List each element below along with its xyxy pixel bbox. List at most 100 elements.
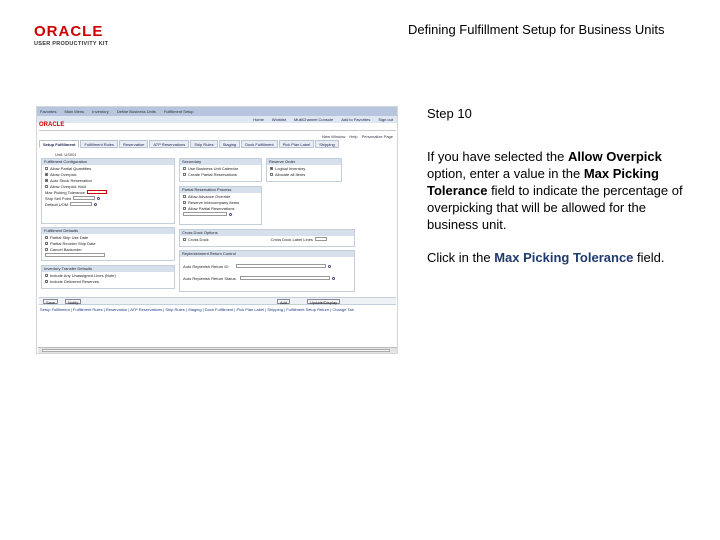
page-link[interactable]: New Window [322, 134, 345, 139]
tab-setup-fulfillment[interactable]: Setup Fulfillment [39, 140, 80, 148]
app-brand-logo: ORACLE [39, 122, 65, 128]
tab-shipping[interactable]: Shipping [315, 140, 339, 148]
text-input[interactable] [239, 276, 330, 280]
header-link[interactable]: Worklist [272, 117, 286, 122]
tab-ship-rules[interactable]: Ship Rules [190, 140, 218, 148]
checkbox[interactable] [45, 178, 48, 182]
option-row: Create Partial Reservations [180, 171, 261, 177]
nav-item[interactable]: Inventory [92, 109, 108, 114]
option-label: Allow Overpick Hold [50, 183, 86, 189]
field-name: Max Picking Tolerance [494, 250, 634, 265]
ship-sell-point-input[interactable] [73, 196, 96, 200]
nav-item[interactable]: Main Menu [64, 109, 84, 114]
tab-staging[interactable]: Staging [218, 140, 241, 148]
tab-pick-plan-label[interactable]: Pick Plan Label [278, 140, 315, 148]
option-row: Include Delivered Reserves [42, 278, 174, 284]
allow-overpick-checkbox[interactable] [45, 172, 48, 176]
option-label: Include Delivered Reserves [50, 278, 99, 284]
checkbox[interactable] [45, 273, 48, 277]
option-label: Allow Overpick [50, 171, 77, 177]
default-uom-input[interactable] [70, 202, 93, 206]
cross-dock-section: Cross Dock Options Cross Dock Cross Dock … [179, 229, 355, 247]
lookup-icon[interactable] [97, 196, 101, 200]
option-row [180, 211, 261, 217]
option-label: Partial Reorder Ship Date [50, 240, 96, 246]
field-name: Allow Overpick [567, 149, 662, 164]
lookup-icon[interactable] [331, 276, 335, 280]
update-display-button[interactable]: Update/Display [307, 299, 341, 305]
option-label: Allow Advance Override [188, 193, 231, 199]
radio[interactable] [270, 172, 273, 176]
page-tabs: Setup Fulfillment Fulfillment Rules Rese… [39, 140, 339, 148]
text-input[interactable] [236, 264, 327, 268]
lookup-icon[interactable] [328, 264, 332, 268]
tab-fulfillment-rules[interactable]: Fulfillment Rules [80, 140, 119, 148]
tab-reservation[interactable]: Reservation [119, 140, 149, 148]
option-label: Create Partial Reservations [188, 171, 237, 177]
add-button[interactable]: Add [277, 299, 291, 305]
button-bar: Save Notify Add Update/Display [39, 297, 396, 305]
option-label: Cancel Backorder [50, 246, 82, 252]
horizontal-scrollbar[interactable] [38, 347, 397, 353]
text-input[interactable] [314, 237, 327, 241]
transfer-defaults-section: Inventory Transfer Defaults Include Any … [41, 265, 175, 289]
notify-button[interactable]: Notify [65, 299, 82, 305]
option-label: Allow Partial Quantities [50, 165, 92, 171]
lookup-icon[interactable] [229, 212, 232, 216]
option-row: Default UOM [42, 201, 174, 207]
bottom-page-links[interactable]: Setup Fulfillment | Fulfillment Rules | … [40, 307, 395, 312]
fulfillment-defaults-section: Fulfillment Defaults Partial Ship Use Da… [41, 227, 175, 261]
divider [39, 130, 396, 131]
checkbox[interactable] [183, 166, 186, 170]
option-label: Cross Dock Label Lines [270, 236, 313, 242]
option-row [42, 252, 174, 258]
page-link[interactable]: Personalize Page [362, 134, 393, 139]
header-link[interactable]: MultiChannel Console [294, 117, 333, 122]
nav-item[interactable]: Fulfillment Setup [164, 109, 194, 114]
option-row: Auto Replenish Return Status [180, 275, 354, 281]
option-label: Auto Replenish Return ID [183, 263, 229, 269]
step-number: Step 10 [427, 106, 472, 121]
checkbox[interactable] [45, 235, 48, 239]
radio[interactable] [270, 166, 273, 170]
slide-title: Defining Fulfillment Setup for Business … [408, 22, 665, 37]
option-row: Cross Dock Cross Dock Label Lines [180, 236, 354, 242]
checkbox[interactable] [45, 247, 48, 251]
checkbox[interactable] [183, 194, 186, 198]
business-unit-label: Unit: US001 [55, 152, 77, 157]
checkbox[interactable] [183, 200, 186, 204]
fulfillment-config-section: Fulfillment Configuration Allow Partial … [41, 158, 175, 224]
tab-dock-fulfillment[interactable]: Dock Fulfillment [241, 140, 278, 148]
header-link[interactable]: Home [253, 117, 264, 122]
checkbox[interactable] [45, 184, 48, 188]
max-picking-tolerance-input[interactable] [86, 190, 107, 194]
header-link[interactable]: Sign out [378, 117, 393, 122]
text-input[interactable] [183, 212, 227, 216]
lookup-icon[interactable] [94, 202, 98, 206]
option-label: Logical Inventory [275, 165, 306, 171]
checkbox[interactable] [45, 279, 48, 283]
logo-wordmark: ORACLE [34, 23, 104, 40]
checkbox[interactable] [183, 206, 186, 210]
checkbox[interactable] [183, 237, 186, 241]
text-segment: option, enter a value in the [427, 166, 584, 181]
text-segment: If you have selected the [427, 149, 568, 164]
option-row: Allocate all Items [267, 171, 341, 177]
option-label: Auto Stock Reservation [50, 177, 92, 183]
page-links: New Window Help Personalize Page [322, 134, 393, 139]
text-segment: field. [633, 250, 665, 265]
option-label: Auto Replenish Return Status [183, 275, 236, 281]
page-link[interactable]: Help [349, 134, 357, 139]
nav-item[interactable]: Favorites [40, 109, 56, 114]
checkbox[interactable] [45, 241, 48, 245]
save-button[interactable]: Save [43, 299, 59, 305]
header-link[interactable]: Add to Favorites [341, 117, 370, 122]
checkbox[interactable] [183, 172, 186, 176]
tab-atp-reservations[interactable]: ATP Reservations [149, 140, 190, 148]
select-input[interactable] [45, 253, 105, 257]
scrollbar-thumb[interactable] [42, 349, 390, 352]
nav-item[interactable]: Define Business Units [117, 109, 156, 114]
checkbox[interactable] [45, 166, 48, 170]
section-header: Replenishment Return Control [180, 251, 354, 257]
secondary-section: Secondary Use Business Unit Calendar Cre… [179, 158, 262, 182]
